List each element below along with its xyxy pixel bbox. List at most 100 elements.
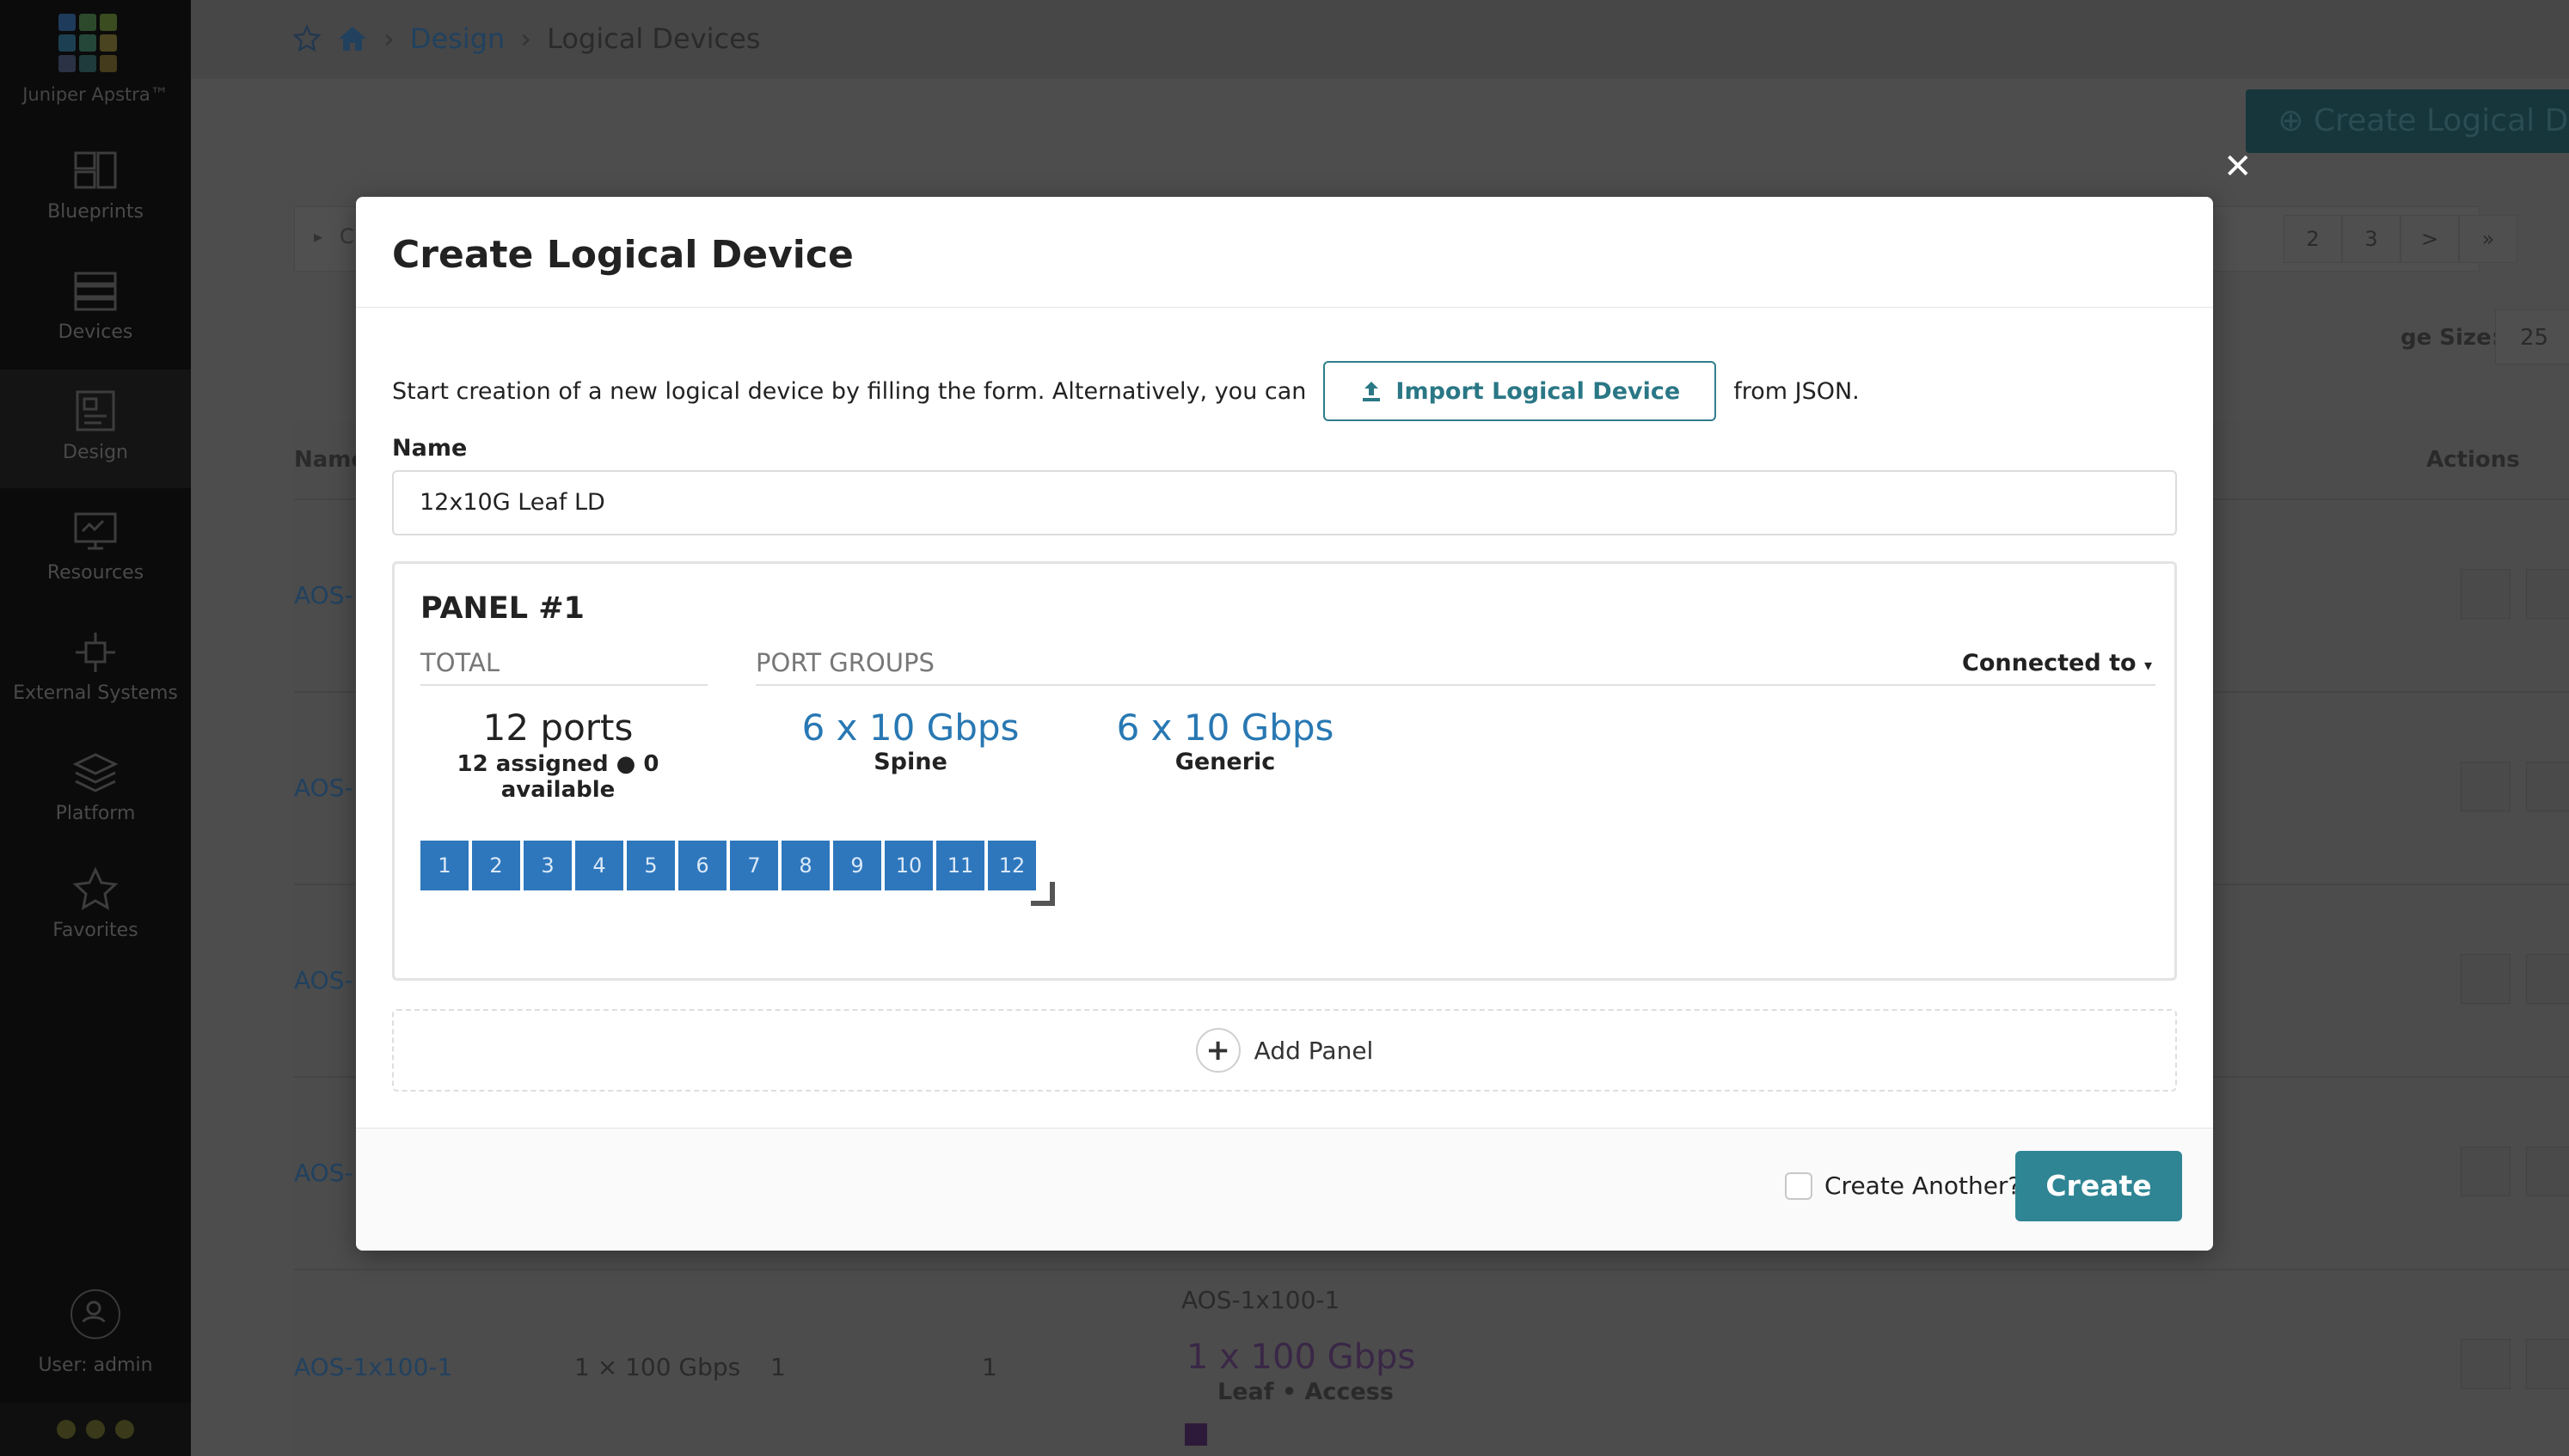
table-row-name[interactable]: AOS- bbox=[294, 774, 353, 802]
connected-to-label: Connected to bbox=[1962, 650, 2137, 676]
port-group-spine[interactable]: 6 x 10 Gbps Spine bbox=[764, 707, 1057, 775]
port-group-speed: 6 x 10 Gbps bbox=[1116, 707, 1334, 749]
breadcrumb-design[interactable]: Design bbox=[410, 22, 505, 55]
page-3[interactable]: 3 bbox=[2342, 215, 2400, 263]
star-icon[interactable] bbox=[292, 24, 322, 53]
port-group-generic[interactable]: 6 x 10 Gbps Generic bbox=[1079, 707, 1371, 775]
create-another-checkbox[interactable] bbox=[1785, 1172, 1812, 1200]
last-page[interactable]: » bbox=[2459, 215, 2517, 263]
user-menu[interactable]: User: admin bbox=[0, 1289, 191, 1376]
sidebar-item-design[interactable]: Design bbox=[0, 370, 191, 488]
row-actions bbox=[2461, 954, 2569, 1004]
sidebar-item-favorites[interactable]: Favorites bbox=[0, 847, 191, 966]
sidebar: Juniper Apstra™ Blueprints Devices Desig… bbox=[0, 0, 191, 1456]
upload-icon bbox=[1363, 382, 1381, 401]
clone-icon[interactable] bbox=[2526, 1339, 2569, 1389]
star-icon bbox=[72, 866, 119, 910]
breadcrumb: › Design › Logical Devices bbox=[292, 22, 761, 55]
modal-header: Create Logical Device bbox=[356, 197, 2213, 308]
sidebar-item-label: Resources bbox=[46, 562, 144, 584]
port[interactable]: 6 bbox=[678, 841, 727, 890]
port[interactable]: 12 bbox=[988, 841, 1036, 890]
table-cell-panels: 1 bbox=[982, 1353, 997, 1381]
chevron-right-icon: › bbox=[520, 22, 532, 55]
port[interactable]: 3 bbox=[524, 841, 572, 890]
table-row-name[interactable]: AOS- bbox=[294, 1159, 353, 1187]
sidebar-item-platform[interactable]: Platform bbox=[0, 731, 191, 849]
row-actions bbox=[2461, 762, 2569, 811]
resources-icon bbox=[74, 512, 117, 550]
sidebar-item-label: Platform bbox=[55, 803, 136, 824]
row-actions bbox=[2461, 569, 2569, 619]
page-2[interactable]: 2 bbox=[2284, 215, 2342, 263]
home-icon[interactable] bbox=[337, 24, 368, 53]
plus-icon: + bbox=[1195, 1028, 1241, 1073]
add-panel-label: Add Panel bbox=[1254, 1036, 1374, 1065]
user-label: User: admin bbox=[38, 1355, 153, 1376]
import-logical-device-button[interactable]: Import Logical Device bbox=[1323, 361, 1717, 421]
port[interactable]: 5 bbox=[627, 841, 675, 890]
column-header-actions: Actions bbox=[2426, 447, 2520, 473]
edit-icon[interactable] bbox=[2461, 1147, 2511, 1196]
table-cell-ports: 1 bbox=[770, 1353, 786, 1381]
status-dot bbox=[57, 1420, 76, 1439]
port[interactable]: 2 bbox=[472, 841, 520, 890]
clone-icon[interactable] bbox=[2526, 762, 2569, 811]
port[interactable]: 4 bbox=[575, 841, 623, 890]
status-dots[interactable] bbox=[0, 1403, 191, 1456]
status-dot bbox=[115, 1420, 134, 1439]
resize-handle-icon[interactable] bbox=[1031, 882, 1055, 906]
connected-to-dropdown[interactable]: Connected to ▾ bbox=[1962, 650, 2152, 676]
close-icon[interactable]: ✕ bbox=[2223, 148, 2253, 186]
sidebar-item-devices[interactable]: Devices bbox=[0, 249, 191, 368]
total-header: TOTAL bbox=[420, 648, 708, 686]
user-icon bbox=[82, 1300, 106, 1323]
table-row-name[interactable]: AOS- bbox=[294, 581, 353, 609]
import-label: Import Logical Device bbox=[1395, 377, 1681, 405]
next-page[interactable]: > bbox=[2400, 215, 2459, 263]
port[interactable]: 7 bbox=[730, 841, 778, 890]
table-row-name[interactable]: AOS-1x100-1 bbox=[294, 1353, 452, 1381]
port[interactable]: 8 bbox=[782, 841, 830, 890]
port[interactable]: 11 bbox=[936, 841, 984, 890]
logo[interactable]: Juniper Apstra™ bbox=[0, 0, 191, 120]
port[interactable]: 10 bbox=[885, 841, 933, 890]
edit-icon[interactable] bbox=[2461, 1339, 2511, 1389]
port-groups-header: PORT GROUPS bbox=[756, 648, 2155, 686]
sidebar-item-resources[interactable]: Resources bbox=[0, 490, 191, 609]
pagination: 2 3 > » bbox=[2284, 215, 2517, 263]
create-button[interactable]: Create bbox=[2015, 1151, 2182, 1221]
clone-icon[interactable] bbox=[2526, 954, 2569, 1004]
port[interactable]: 9 bbox=[833, 841, 881, 890]
page-size-select[interactable]: 25 ▾ bbox=[2495, 309, 2569, 364]
edit-icon[interactable] bbox=[2461, 762, 2511, 811]
create-logical-device-label: Create Logical Device bbox=[2313, 103, 2569, 138]
filter-label: C bbox=[340, 224, 354, 248]
create-another-option[interactable]: Create Another? bbox=[1785, 1172, 2020, 1200]
sidebar-item-label: Blueprints bbox=[47, 201, 144, 223]
name-input[interactable]: 12x10G Leaf LD bbox=[392, 470, 2177, 535]
status-dot bbox=[86, 1420, 105, 1439]
intro-before: Start creation of a new logical device b… bbox=[392, 377, 1307, 405]
table-row-name[interactable]: AOS- bbox=[294, 966, 353, 994]
clone-icon[interactable] bbox=[2526, 569, 2569, 619]
port[interactable]: 1 bbox=[420, 841, 469, 890]
sidebar-item-label: External Systems bbox=[13, 682, 178, 704]
edit-icon[interactable] bbox=[2461, 569, 2511, 619]
logo-grid-icon bbox=[58, 14, 117, 72]
devices-icon bbox=[74, 272, 117, 311]
clone-icon[interactable] bbox=[2526, 1147, 2569, 1196]
edit-icon[interactable] bbox=[2461, 954, 2511, 1004]
add-panel-button[interactable]: + Add Panel bbox=[392, 1009, 2177, 1092]
plus-circle-icon: ⊕ bbox=[2278, 103, 2304, 138]
modal-title: Create Logical Device bbox=[392, 233, 854, 277]
sidebar-item-blueprints[interactable]: Blueprints bbox=[0, 129, 191, 248]
sidebar-item-external-systems[interactable]: External Systems bbox=[0, 610, 191, 729]
create-logical-device-button[interactable]: ⊕ Create Logical Device bbox=[2246, 89, 2569, 153]
caret-right-icon: ▸ bbox=[314, 226, 323, 247]
ports-status: 12 assigned ● 0 available bbox=[457, 751, 659, 803]
sidebar-item-label: Favorites bbox=[52, 920, 138, 941]
row-actions bbox=[2461, 1147, 2569, 1196]
top-bar: › Design › Logical Devices bbox=[191, 0, 2569, 79]
intro-after: from JSON. bbox=[1733, 377, 1860, 405]
